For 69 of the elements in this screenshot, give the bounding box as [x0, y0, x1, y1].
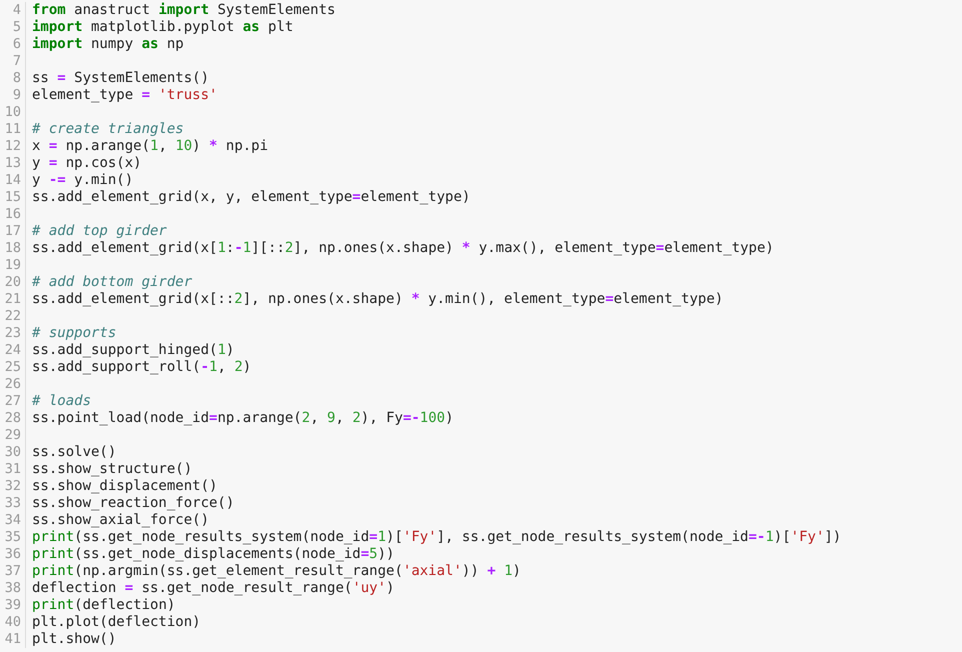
code-line: ss.add_element_grid(x[1:-1][::2], np.ones(x.shape) * y.max(), element_type=element_type): [32, 240, 774, 256]
code-line: print(deflection): [32, 597, 176, 613]
line-number: 34: [0, 512, 26, 529]
line-number: 31: [0, 461, 26, 478]
code-line: ss.add_support_roll(-1, 2): [32, 359, 252, 375]
code-line: deflection = ss.get_node_result_range('uy'): [32, 580, 394, 596]
code-line: # supports: [32, 325, 116, 341]
code-line: plt.plot(deflection): [32, 614, 201, 630]
line-number: 25: [0, 359, 26, 376]
line-number: 19: [0, 257, 26, 274]
line-number: 11: [0, 121, 26, 138]
line-number: 17: [0, 223, 26, 240]
line-number: 10: [0, 104, 26, 121]
line-number: 13: [0, 155, 26, 172]
line-number: 41: [0, 631, 26, 648]
line-number: 20: [0, 274, 26, 291]
code-line: ss.add_element_grid(x, y, element_type=element_type): [32, 189, 470, 205]
line-number: 27: [0, 393, 26, 410]
code-line: ss.add_element_grid(x[::2], np.ones(x.shape) * y.min(), element_type=element_type): [32, 291, 724, 307]
line-number: 12: [0, 138, 26, 155]
line-number: 33: [0, 495, 26, 512]
code-line: print(np.argmin(ss.get_element_result_range('axial')) + 1): [32, 563, 521, 579]
code-line: # add bottom girder: [32, 274, 192, 290]
line-number: 7: [0, 53, 26, 70]
line-number: 28: [0, 410, 26, 427]
code-line: import numpy as np: [32, 36, 184, 52]
line-number: 38: [0, 580, 26, 597]
line-number: 26: [0, 376, 26, 393]
line-number: 18: [0, 240, 26, 257]
line-number: 39: [0, 597, 26, 614]
line-number: 16: [0, 206, 26, 223]
code-line: ss.show_displacement(): [32, 478, 218, 494]
line-number: 22: [0, 308, 26, 325]
line-number: 23: [0, 325, 26, 342]
line-number: 37: [0, 563, 26, 580]
line-number: 30: [0, 444, 26, 461]
line-number: 5: [0, 19, 26, 36]
code-line: import matplotlib.pyplot as plt: [32, 19, 294, 35]
code-line: x = np.arange(1, 10) * np.pi: [32, 138, 268, 154]
code-line: print(ss.get_node_displacements(node_id=5)): [32, 546, 394, 562]
code-line: # loads: [32, 393, 92, 409]
code-line: element_type = 'truss': [32, 87, 218, 103]
line-number: 14: [0, 172, 26, 189]
line-number: 8: [0, 70, 26, 87]
line-number: 9: [0, 87, 26, 104]
code-line: ss.add_support_hinged(1): [32, 342, 234, 358]
line-number: 32: [0, 478, 26, 495]
code-line: from anastruct import SystemElements: [32, 2, 336, 18]
line-number: 6: [0, 36, 26, 53]
code-line: y = np.cos(x): [32, 155, 142, 171]
code-line: ss.solve(): [32, 444, 116, 460]
code-line: ss = SystemElements(): [32, 70, 210, 86]
code-line: print(ss.get_node_results_system(node_id=1)['Fy'], ss.get_node_results_system(node_id=-1)['Fy']): [32, 529, 842, 545]
code-line: # create triangles: [32, 121, 184, 137]
code-line: ss.show_reaction_force(): [32, 495, 234, 511]
code-line: ss.show_axial_force(): [32, 512, 210, 528]
line-number: 21: [0, 291, 26, 308]
line-number: 4: [0, 2, 26, 19]
code-line: ss.point_load(node_id=np.arange(2, 9, 2), Fy=-100): [32, 410, 454, 426]
line-number: 35: [0, 529, 26, 546]
code-line: y -= y.min(): [32, 172, 134, 188]
line-number: 15: [0, 189, 26, 206]
line-number: 29: [0, 427, 26, 444]
code-line: ss.show_structure(): [32, 461, 192, 477]
line-number: 36: [0, 546, 26, 563]
line-number: 40: [0, 614, 26, 631]
code-line: plt.show(): [32, 631, 116, 647]
code-line: # add top girder: [32, 223, 167, 239]
line-number: 24: [0, 342, 26, 359]
